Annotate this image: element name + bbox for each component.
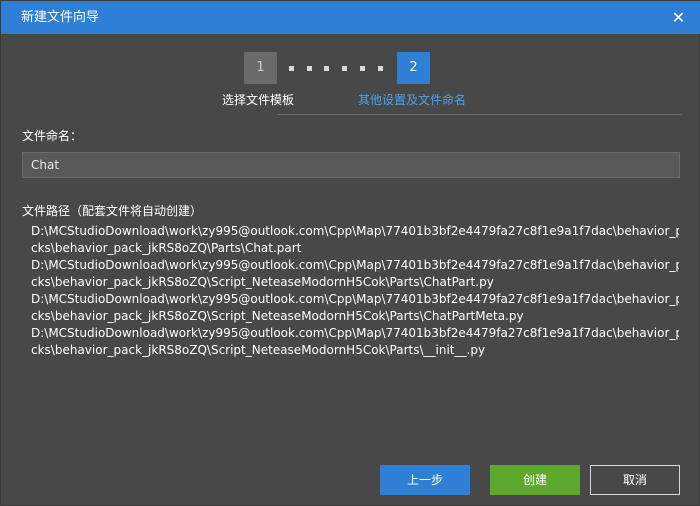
step-1-indicator: 1: [244, 52, 277, 84]
window-title: 新建文件向导: [21, 10, 100, 25]
create-button[interactable]: 创建: [490, 465, 580, 495]
step-connector-dot: [360, 66, 365, 71]
file-path-line: cks\behavior_pack_jkRS8oZQ\Parts\Chat.pa…: [31, 241, 302, 255]
step-connector-dot: [307, 66, 312, 71]
file-name-input[interactable]: [22, 152, 680, 178]
file-path-line: D:\MCStudioDownload\work\zy995@outlook.c…: [31, 224, 679, 238]
step-divider: [277, 114, 682, 115]
file-path-line: D:\MCStudioDownload\work\zy995@outlook.c…: [31, 258, 679, 272]
file-path-line: cks\behavior_pack_jkRS8oZQ\Script_Neteas…: [31, 309, 524, 323]
file-path-list: D:\MCStudioDownload\work\zy995@outlook.c…: [31, 223, 679, 359]
step-connector-dot: [378, 66, 383, 71]
close-icon[interactable]: ✕: [670, 9, 687, 26]
step-2-label: 其他设置及文件命名: [358, 93, 467, 107]
step-connector-dot: [324, 66, 329, 71]
step-connector-dot: [289, 66, 294, 71]
step-1-label: 选择文件模板: [222, 93, 295, 107]
file-name-label: 文件命名：: [22, 129, 83, 143]
file-path-line: cks\behavior_pack_jkRS8oZQ\Script_Neteas…: [31, 275, 494, 289]
step-connector-dot: [342, 66, 347, 71]
step-2-indicator: 2: [397, 52, 430, 84]
cancel-button[interactable]: 取消: [590, 465, 680, 495]
new-file-wizard-dialog: 新建文件向导 ✕ 1 2 选择文件模板 其他设置及文件命名 文件命名： 文件路径…: [0, 0, 700, 506]
title-bar: 新建文件向导 ✕: [1, 1, 700, 34]
previous-step-button[interactable]: 上一步: [380, 465, 470, 495]
file-path-line: cks\behavior_pack_jkRS8oZQ\Script_Neteas…: [31, 343, 486, 357]
file-path-label: 文件路径（配套文件将自动创建）: [22, 204, 203, 218]
file-path-line: D:\MCStudioDownload\work\zy995@outlook.c…: [31, 326, 679, 340]
file-path-line: D:\MCStudioDownload\work\zy995@outlook.c…: [31, 292, 679, 306]
